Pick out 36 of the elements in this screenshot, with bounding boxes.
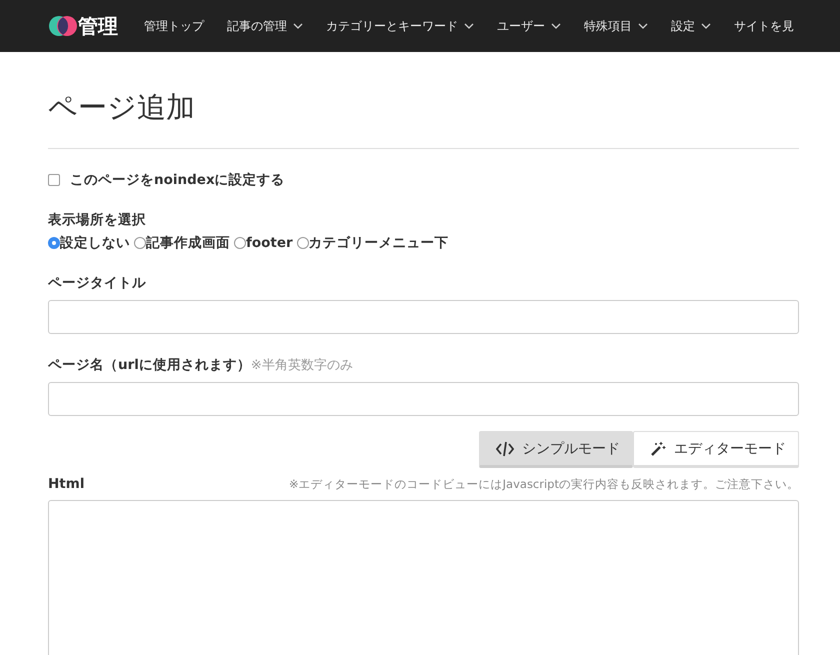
radio-label: footer xyxy=(246,235,293,251)
magic-wand-icon xyxy=(650,440,666,456)
radio-label: 記事作成画面 xyxy=(146,234,230,252)
nav-menu-item[interactable]: 記事の管理 xyxy=(227,18,303,34)
field-label: ページ名（urlに使用されます）※半角英数字のみ xyxy=(48,356,354,374)
radio-button[interactable] xyxy=(234,237,246,249)
radio-button[interactable] xyxy=(134,237,146,249)
code-icon xyxy=(496,440,514,456)
radio-button[interactable] xyxy=(296,237,309,249)
nav-menu-item[interactable]: カテゴリーとキーワード xyxy=(326,18,474,34)
page-title-input[interactable] xyxy=(48,300,799,334)
chevron-down-icon xyxy=(638,23,648,29)
chevron-down-icon xyxy=(551,23,561,29)
field-label: Html xyxy=(48,476,84,492)
field-label: ページタイトル xyxy=(48,274,147,292)
chevron-down-icon xyxy=(701,23,711,29)
page-name-input[interactable] xyxy=(48,382,799,416)
radio-label: 設定しない xyxy=(60,234,130,252)
radio-label: カテゴリーメニュー下 xyxy=(308,234,449,252)
mode-button[interactable]: エディターモード xyxy=(633,431,799,468)
note-text: ※エディターモードのコードビューにはJavascriptの実行内容も反映されます。ご注意下さい。 xyxy=(289,477,799,492)
nav-menu-item[interactable]: 特殊項目 xyxy=(584,18,648,34)
noindex-checkbox[interactable] xyxy=(48,174,60,186)
chevron-down-icon xyxy=(293,23,303,29)
mode-button[interactable]: シンプルモード xyxy=(479,431,633,468)
nav-menu-item[interactable]: サイトを見 xyxy=(734,18,794,34)
logo-text: 管理 xyxy=(78,12,118,40)
nav-menu-item[interactable]: ユーザー xyxy=(497,18,561,34)
page-title: ページ追加 xyxy=(48,88,799,149)
nav-menu-item[interactable]: 設定 xyxy=(671,18,711,34)
radio-button[interactable] xyxy=(48,237,60,249)
field-label: 表示場所を選択 xyxy=(48,211,147,229)
checkbox-label: このページをnoindexに設定する xyxy=(70,171,285,189)
logo-icon xyxy=(48,15,78,37)
nav-menu-item[interactable]: 管理トップ xyxy=(144,18,204,34)
chevron-down-icon xyxy=(464,23,474,29)
